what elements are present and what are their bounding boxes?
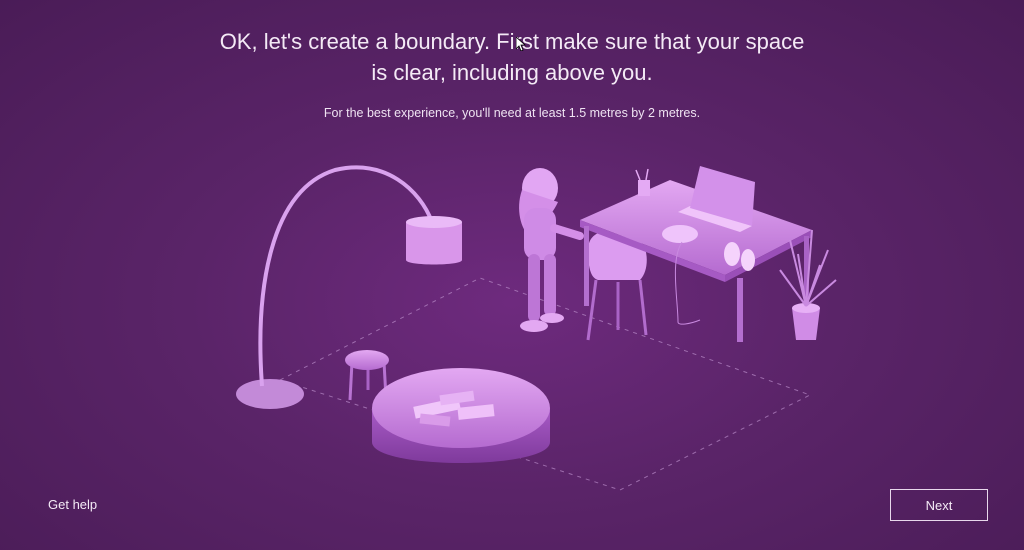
next-button[interactable]: Next (890, 489, 988, 521)
room-illustration (236, 165, 837, 491)
headline-line-1: OK, let's create a boundary. First make … (219, 29, 805, 54)
get-help-link[interactable]: Get help (48, 497, 97, 512)
coffee-table (372, 368, 550, 463)
headline-line-2: is clear, including above you. (371, 60, 653, 85)
page-title: OK, let's create a boundary. First make … (200, 26, 824, 88)
space-requirement-text: For the best experience, you'll need at … (323, 106, 701, 120)
mouse-cursor-icon (516, 37, 526, 51)
person-figure (519, 168, 584, 332)
